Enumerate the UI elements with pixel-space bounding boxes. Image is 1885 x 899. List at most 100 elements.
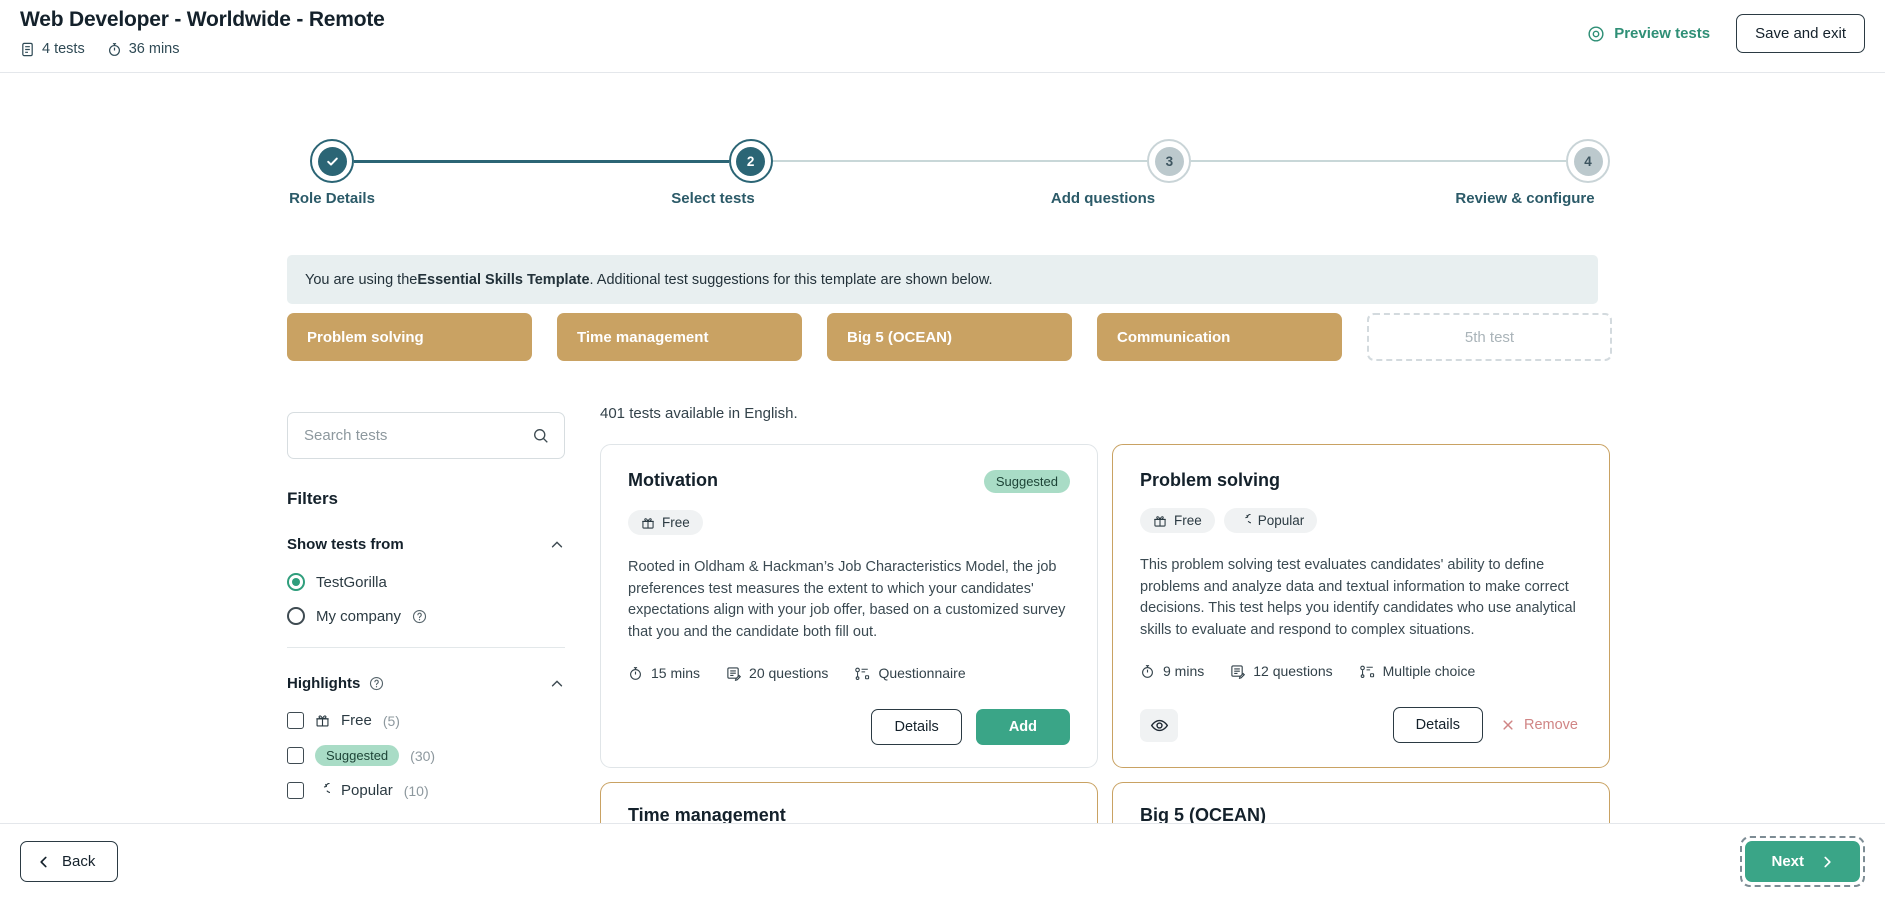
checkbox-icon-suggested[interactable]: [287, 747, 304, 764]
stepper-labels: Role Details Select tests Add questions …: [0, 190, 1885, 214]
card-tags: Free Popular: [1140, 508, 1582, 533]
stat-questions: 12 questions: [1230, 663, 1333, 680]
test-card-motivation[interactable]: Motivation Suggested Free Rooted in Oldh…: [600, 444, 1098, 769]
filter-group-highlights: Highlights Free (5) Suggested (30) Popul…: [287, 675, 565, 799]
tag-label: Free: [662, 515, 690, 530]
stat-duration: 15 mins: [628, 665, 700, 681]
stat-label: 9 mins: [1163, 663, 1205, 680]
preview-tests-button[interactable]: Preview tests: [1587, 25, 1710, 43]
test-card-title: Motivation: [628, 470, 718, 490]
radio-option-testgorilla[interactable]: TestGorilla: [287, 573, 565, 591]
selected-tests-chips: Problem solving Time management Big 5 (O…: [287, 313, 1612, 361]
stat-label: 15 mins: [651, 665, 701, 682]
close-icon: [1501, 718, 1515, 732]
stat-type: Multiple choice: [1359, 663, 1475, 679]
checkbox-option-popular[interactable]: Popular (10): [287, 782, 565, 799]
popular-icon: [1237, 513, 1251, 528]
tag-free: Free: [1140, 508, 1215, 533]
checkbox-label-free: Free: [341, 712, 372, 729]
step-number-2: 2: [736, 146, 766, 176]
checkbox-option-free[interactable]: Free (5): [287, 712, 565, 729]
help-icon[interactable]: [369, 676, 384, 691]
checkbox-option-suggested[interactable]: Suggested (30): [287, 745, 565, 766]
test-card-description: Rooted in Oldham & Hackman’s Job Charact…: [628, 559, 1066, 640]
type-icon: [1359, 664, 1375, 679]
top-bar-left: Web Developer - Worldwide - Remote 4 tes…: [20, 8, 385, 57]
top-bar: Web Developer - Worldwide - Remote 4 tes…: [0, 0, 1885, 73]
step-node-3[interactable]: 3: [1147, 139, 1192, 183]
timer-icon: [107, 42, 122, 57]
card-right-actions: Details Add: [871, 709, 1070, 746]
banner-suffix: . Additional test suggestions for this t…: [589, 271, 993, 288]
chip-problem-solving[interactable]: Problem solving: [287, 313, 532, 361]
search-input[interactable]: [288, 413, 564, 458]
stepper-track: 2 3 4: [310, 136, 1611, 186]
next-button[interactable]: Next: [1745, 841, 1860, 882]
card-stats: 15 mins 20 questions Questionnaire: [628, 665, 1070, 681]
type-icon: [854, 666, 870, 681]
eye-icon: [1150, 716, 1169, 735]
filter-group-header-show-tests-from[interactable]: Show tests from: [287, 536, 565, 557]
stat-label: 12 questions: [1253, 663, 1333, 680]
test-card-grid: Motivation Suggested Free Rooted in Oldh…: [600, 444, 1610, 839]
step-node-4[interactable]: 4: [1566, 139, 1611, 183]
filter-divider: [287, 647, 565, 648]
chevron-up-icon[interactable]: [549, 676, 565, 692]
details-button[interactable]: Details: [1392, 707, 1483, 744]
back-label: Back: [62, 853, 96, 870]
search-tests-box[interactable]: [287, 412, 565, 459]
stat-label: 20 questions: [749, 665, 829, 682]
add-test-button[interactable]: Add: [975, 709, 1070, 746]
stat-questions: 20 questions: [726, 665, 828, 681]
wizard-stepper: 2 3 4 Role Details Select tests Add ques…: [0, 108, 1885, 208]
remove-label: Remove: [1524, 717, 1578, 734]
save-and-exit-button[interactable]: Save and exit: [1736, 14, 1865, 53]
checkbox-icon-popular[interactable]: [287, 782, 304, 799]
chip-big-5-ocean[interactable]: Big 5 (OCEAN): [827, 313, 1072, 361]
tag-popular: Popular: [1223, 508, 1318, 533]
chevron-up-icon[interactable]: [549, 537, 565, 553]
help-icon[interactable]: [412, 609, 427, 624]
checkbox-icon-free[interactable]: [287, 712, 304, 729]
step-label-select-tests: Select tests: [671, 190, 755, 207]
results-count-text: 401 tests available in English.: [600, 405, 798, 422]
preview-test-button[interactable]: [1140, 708, 1178, 742]
top-bar-actions: Preview tests Save and exit: [1587, 14, 1865, 53]
gift-icon: [1153, 514, 1167, 528]
preview-tests-label: Preview tests: [1614, 25, 1711, 42]
tag-label: Popular: [1257, 513, 1305, 528]
tag-label: Free: [1174, 513, 1202, 528]
filter-group-header-highlights[interactable]: Highlights: [287, 675, 565, 696]
test-card-title: Problem solving: [1140, 470, 1281, 490]
details-button[interactable]: Details: [871, 709, 962, 746]
tests-icon: [20, 42, 35, 57]
step-node-1[interactable]: [310, 139, 354, 183]
card-stats: 9 mins 12 questions Multiple choice: [1140, 663, 1582, 679]
stepper-connector-3: [1191, 160, 1567, 162]
pill-suggested: Suggested: [315, 745, 400, 766]
filters-heading: Filters: [287, 489, 339, 508]
step-number-3: 3: [1154, 146, 1184, 176]
bottom-bar: Back Next: [0, 823, 1885, 899]
status-badge: Suggested: [983, 470, 1070, 493]
chip-time-management[interactable]: Time management: [557, 313, 802, 361]
step-number-4: 4: [1573, 146, 1603, 176]
banner-prefix: You are using the: [305, 271, 418, 288]
filter-head-left: Show tests from: [287, 536, 404, 553]
search-icon[interactable]: [532, 427, 550, 445]
test-card-problem-solving[interactable]: Problem solving Free Popular This proble…: [1112, 444, 1610, 769]
back-button[interactable]: Back: [20, 841, 119, 882]
step-node-2[interactable]: 2: [728, 139, 773, 183]
card-tags: Free: [628, 510, 1070, 535]
remove-test-button[interactable]: Remove: [1497, 708, 1582, 742]
radio-label-my-company: My company: [316, 607, 402, 625]
chip-communication[interactable]: Communication: [1097, 313, 1342, 361]
card-actions: Details Add: [628, 709, 1070, 746]
radio-icon-my-company[interactable]: [287, 607, 305, 625]
stat-type: Questionnaire: [854, 665, 966, 681]
radio-option-my-company[interactable]: My company: [287, 607, 565, 625]
checkbox-label-popular: Popular: [341, 782, 393, 799]
card-header: Motivation Suggested: [628, 470, 1070, 493]
chip-empty-5th-test[interactable]: 5th test: [1367, 313, 1612, 361]
radio-icon-testgorilla[interactable]: [287, 573, 305, 591]
